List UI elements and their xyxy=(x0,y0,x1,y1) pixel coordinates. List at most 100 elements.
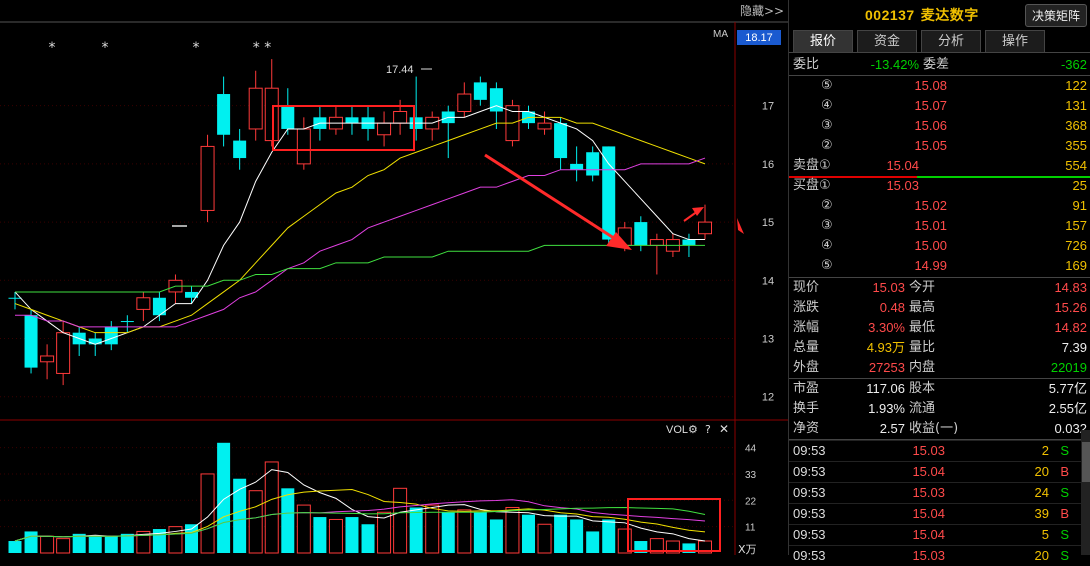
level-label: ② xyxy=(821,198,833,213)
help-icon[interactable]: ? xyxy=(705,423,711,436)
tick-volume: 2 xyxy=(1041,443,1049,458)
candle-body xyxy=(296,128,311,165)
level-volume: 157 xyxy=(1065,218,1087,233)
candle-body xyxy=(649,239,664,246)
gear-icon[interactable]: ⚙ xyxy=(688,423,698,436)
tick-side: S xyxy=(1060,527,1069,542)
volume-bar xyxy=(120,533,134,553)
price-tick-label: 15 xyxy=(762,217,774,229)
ask-level-0[interactable]: ⑤ 15.08 122 xyxy=(789,76,1090,96)
ask-level-4[interactable]: 卖盘① 15.04 554 xyxy=(789,156,1090,176)
volume-bar xyxy=(313,517,327,553)
level-price: 14.99 xyxy=(914,258,947,273)
volume-bar xyxy=(521,514,535,553)
candle-body xyxy=(473,82,487,100)
kline-chart[interactable]: 17 16 15 14 13 12 44 33 22 11 隐藏>> MA 18.17 * * * * * 17.… xyxy=(0,0,788,555)
tick-row[interactable]: 09:53 15.03 24 S xyxy=(789,482,1090,503)
candle-body xyxy=(104,326,118,345)
level-price: 15.00 xyxy=(914,238,947,253)
close-icon[interactable]: ✕ xyxy=(719,422,729,436)
stat-label: 现价 xyxy=(793,280,820,295)
hide-toggle[interactable]: 隐藏>> xyxy=(740,4,784,18)
stat-label: 涨跌 xyxy=(793,300,820,315)
level-volume: 169 xyxy=(1065,258,1087,273)
candle-body xyxy=(345,117,359,124)
tick-price: 15.04 xyxy=(912,527,945,542)
stat-row: 现价 15.03 今开 14.83 xyxy=(789,278,1090,298)
volume-bar xyxy=(200,473,215,554)
level-volume: 726 xyxy=(1065,238,1087,253)
stock-code-name: 002137 麦达数字 xyxy=(865,5,979,25)
candle-body xyxy=(56,332,71,374)
level-price: 15.06 xyxy=(914,118,947,133)
volume-bar xyxy=(489,519,503,553)
tick-row[interactable]: 09:53 15.03 2 S xyxy=(789,440,1090,461)
fund-label: 净资 xyxy=(793,421,820,436)
volume-bar xyxy=(40,535,55,554)
volume-bar xyxy=(88,536,102,553)
limit-up-star: * * xyxy=(253,40,271,56)
tick-scrollbar[interactable] xyxy=(1081,430,1090,555)
ask-level-2[interactable]: ③ 15.06 368 xyxy=(789,116,1090,136)
volume-bar xyxy=(617,528,632,554)
tick-row[interactable]: 09:53 15.04 39 B xyxy=(789,503,1090,524)
bid-level-0[interactable]: 买盘① 15.03 25 xyxy=(789,176,1090,196)
volume-bar xyxy=(248,490,263,554)
level-price: 15.05 xyxy=(914,138,947,153)
stat-label: 总量 xyxy=(793,340,820,355)
level-label: ② xyxy=(821,138,833,153)
tick-row[interactable]: 09:53 15.04 5 S xyxy=(789,524,1090,545)
tick-row[interactable]: 09:53 15.03 20 S xyxy=(789,545,1090,566)
price-tick-label: 13 xyxy=(762,334,774,346)
candle-body xyxy=(457,93,472,112)
volume-ma-line xyxy=(14,469,706,542)
candle-body xyxy=(537,122,552,130)
tab-operation[interactable]: 操作 xyxy=(985,30,1045,52)
ask-level-1[interactable]: ④ 15.07 131 xyxy=(789,96,1090,116)
volume-bar xyxy=(56,538,71,554)
tick-volume: 24 xyxy=(1034,485,1049,500)
level-price: 15.08 xyxy=(914,78,947,93)
price-tick-label: 16 xyxy=(762,159,774,171)
volume-bar xyxy=(441,512,455,553)
ma-line xyxy=(15,244,705,293)
tab-analysis[interactable]: 分析 xyxy=(921,30,981,52)
quote-tabs: 报价 资金 分析 操作 xyxy=(789,30,1090,53)
tick-volume: 20 xyxy=(1034,464,1049,479)
stat-label: 涨幅 xyxy=(793,320,820,335)
level-label: ④ xyxy=(821,98,833,113)
tick-price: 15.04 xyxy=(912,506,945,521)
current-price-tag: 18.17 xyxy=(745,32,773,44)
bid-level-3[interactable]: ④ 15.00 726 xyxy=(789,236,1090,256)
stat-row: 涨幅 3.30% 最低 14.82 xyxy=(789,318,1090,338)
bid-level-4[interactable]: ⑤ 14.99 169 xyxy=(789,256,1090,276)
tab-quote[interactable]: 报价 xyxy=(793,30,853,52)
level-label: ⑤ xyxy=(821,258,833,273)
tick-list[interactable]: 09:53 15.03 2 S 09:53 15.04 20 B 09:53 15.03 24 S 09… xyxy=(789,440,1090,566)
ma-line xyxy=(15,157,706,328)
tick-price: 15.03 xyxy=(912,443,945,458)
decision-matrix-button[interactable]: 决策矩阵 xyxy=(1024,3,1087,27)
kline-chart-panel[interactable]: 17 16 15 14 13 12 44 33 22 11 隐藏>> MA 18.17 * * * * * 17.… xyxy=(0,0,788,555)
tick-row[interactable]: 09:53 15.04 20 B xyxy=(789,461,1090,482)
ask-level-3[interactable]: ② 15.05 355 xyxy=(789,136,1090,156)
bid-level-1[interactable]: ② 15.02 91 xyxy=(789,196,1090,216)
bid-level-2[interactable]: ③ 15.01 157 xyxy=(789,216,1090,236)
tick-time: 09:53 xyxy=(793,527,826,542)
fund-row: 市盈 117.06 股本 5.77亿 xyxy=(789,379,1090,399)
candle-body xyxy=(136,297,151,310)
level-volume: 554 xyxy=(1065,158,1087,173)
candle-body xyxy=(200,145,215,211)
price-tick-label: 17 xyxy=(762,101,774,113)
volume-bar xyxy=(505,506,520,554)
stats-block: 现价 15.03 今开 14.83 涨跌 0.48 最高 15.26 涨幅 3.30% 最低 14.8… xyxy=(789,278,1090,378)
weicha-value: -362 xyxy=(1060,57,1087,72)
tick-price: 15.03 xyxy=(912,485,945,500)
tick-time: 09:53 xyxy=(793,464,826,479)
candle-body xyxy=(570,163,584,170)
stat-value: 7.39 xyxy=(1061,340,1087,355)
tab-funds[interactable]: 资金 xyxy=(857,30,917,52)
limit-up-star: * xyxy=(49,40,56,56)
fund-label: 股本 xyxy=(909,381,936,396)
tick-time: 09:53 xyxy=(793,485,826,500)
